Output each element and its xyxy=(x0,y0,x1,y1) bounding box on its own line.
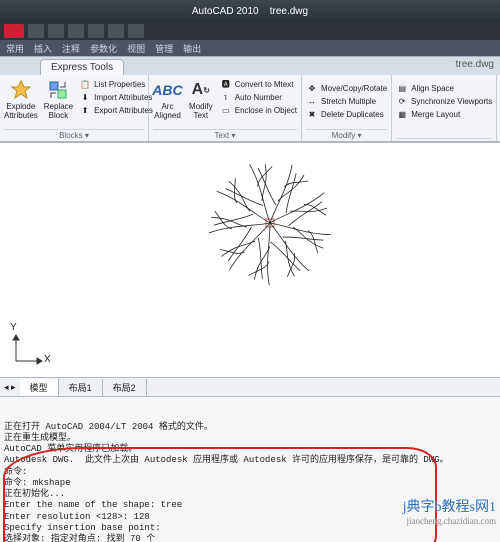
tab-model[interactable]: 模型 xyxy=(20,379,59,396)
panel-title-blocks[interactable]: Blocks ▾ xyxy=(4,129,144,141)
axis-y-label: Y xyxy=(10,322,17,333)
menu-item[interactable]: 常用 xyxy=(6,42,24,55)
delete-dup-icon: ✖ xyxy=(306,108,318,120)
list-properties-button[interactable]: 📋List Properties xyxy=(79,78,153,90)
export-attributes-button[interactable]: ⬆Export Attributes xyxy=(79,104,153,116)
panel-title-modify[interactable]: Modify ▾ xyxy=(306,129,387,141)
mtext-icon: 🅰 xyxy=(220,78,232,90)
modify-text-button[interactable]: A↻ Modify Text xyxy=(188,78,214,121)
auto-number-button[interactable]: 1️Auto Number xyxy=(220,91,297,103)
tab-express-tools[interactable]: Express Tools xyxy=(40,59,124,75)
command-history: 正在打开 AutoCAD 2004/LT 2004 格式的文件。 正在重生成模型… xyxy=(4,422,496,542)
drawing-canvas[interactable]: X Y xyxy=(0,142,500,378)
qat-open-icon[interactable] xyxy=(48,24,64,38)
panel-modify: ✥Move/Copy/Rotate ↔Stretch Multiple ✖Del… xyxy=(302,75,392,141)
stretch-icon: ↔ xyxy=(306,95,318,107)
panel-layout: ▤Align Space ⟳Synchronize Viewports ▦Mer… xyxy=(392,75,497,141)
menu-item[interactable]: 注释 xyxy=(62,42,80,55)
panel-title-layout xyxy=(396,138,492,141)
list-icon: 📋 xyxy=(79,78,91,90)
explode-attributes-button[interactable]: Explode Attributes xyxy=(4,78,38,121)
number-icon: 1️ xyxy=(220,91,232,103)
explode-icon xyxy=(9,78,33,102)
axis-x-label: X xyxy=(44,354,51,365)
file-name-label: tree.dwg xyxy=(456,59,494,70)
enclose-object-button[interactable]: ▭Enclose in Object xyxy=(220,104,297,116)
menu-item[interactable]: 参数化 xyxy=(90,42,117,55)
panel-text: ABC Arc Aligned A↻ Modify Text 🅰Convert … xyxy=(149,75,302,141)
modify-text-icon: A↻ xyxy=(189,78,213,102)
ucs-icon xyxy=(13,335,42,364)
app-title: AutoCAD 2010 xyxy=(192,6,259,17)
delete-duplicates-button[interactable]: ✖Delete Duplicates xyxy=(306,108,387,120)
menu-item[interactable]: 插入 xyxy=(34,42,52,55)
import-attributes-button[interactable]: ⬇Import Attributes xyxy=(79,91,153,103)
qat-redo-icon[interactable] xyxy=(108,24,124,38)
enclose-icon: ▭ xyxy=(220,104,232,116)
quick-access-toolbar xyxy=(0,22,500,40)
arc-aligned-button[interactable]: ABC Arc Aligned xyxy=(153,78,182,121)
move-icon: ✥ xyxy=(306,82,318,94)
qat-plot-icon[interactable] xyxy=(128,24,144,38)
layout-tabs: ◂ ▸ 模型 布局1 布局2 xyxy=(0,378,500,397)
qat-undo-icon[interactable] xyxy=(88,24,104,38)
tab-layout1[interactable]: 布局1 xyxy=(59,379,103,396)
menu-item[interactable]: 输出 xyxy=(183,42,201,55)
panel-title-text[interactable]: Text ▾ xyxy=(153,129,297,141)
qat-new-icon[interactable] xyxy=(28,24,44,38)
command-window[interactable]: 正在打开 AutoCAD 2004/LT 2004 格式的文件。 正在重生成模型… xyxy=(0,397,500,542)
stretch-multiple-button[interactable]: ↔Stretch Multiple xyxy=(306,95,387,107)
file-name: tree.dwg xyxy=(270,6,308,17)
replace-block-icon xyxy=(46,78,70,102)
ribbon: Explode Attributes Replace Block 📋List P… xyxy=(0,75,500,142)
merge-layout-button[interactable]: ▦Merge Layout xyxy=(396,108,492,120)
export-icon: ⬆ xyxy=(79,104,91,116)
replace-block-button[interactable]: Replace Block xyxy=(44,78,73,121)
titlebar: AutoCAD 2010 tree.dwg xyxy=(0,0,500,22)
qat-save-icon[interactable] xyxy=(68,24,84,38)
arc-text-icon: ABC xyxy=(155,78,179,102)
merge-icon: ▦ xyxy=(396,108,408,120)
sync-icon: ⟳ xyxy=(396,95,408,107)
sync-viewports-button[interactable]: ⟳Synchronize Viewports xyxy=(396,95,492,107)
tree-shape-drawing xyxy=(0,143,500,377)
convert-mtext-button[interactable]: 🅰Convert to Mtext xyxy=(220,78,297,90)
menu-item[interactable]: 视图 xyxy=(127,42,145,55)
menubar: 常用 插入 注释 参数化 视图 管理 输出 xyxy=(0,40,500,56)
app-menu-button[interactable] xyxy=(4,24,24,38)
panel-blocks: Explode Attributes Replace Block 📋List P… xyxy=(0,75,149,141)
ribbon-tabs: Express Tools tree.dwg xyxy=(0,56,500,75)
align-space-button[interactable]: ▤Align Space xyxy=(396,82,492,94)
align-icon: ▤ xyxy=(396,82,408,94)
menu-item[interactable]: 管理 xyxy=(155,42,173,55)
tab-layout2[interactable]: 布局2 xyxy=(103,379,147,396)
window-title: AutoCAD 2010 tree.dwg xyxy=(60,6,440,17)
import-icon: ⬇ xyxy=(79,91,91,103)
move-copy-rotate-button[interactable]: ✥Move/Copy/Rotate xyxy=(306,82,387,94)
